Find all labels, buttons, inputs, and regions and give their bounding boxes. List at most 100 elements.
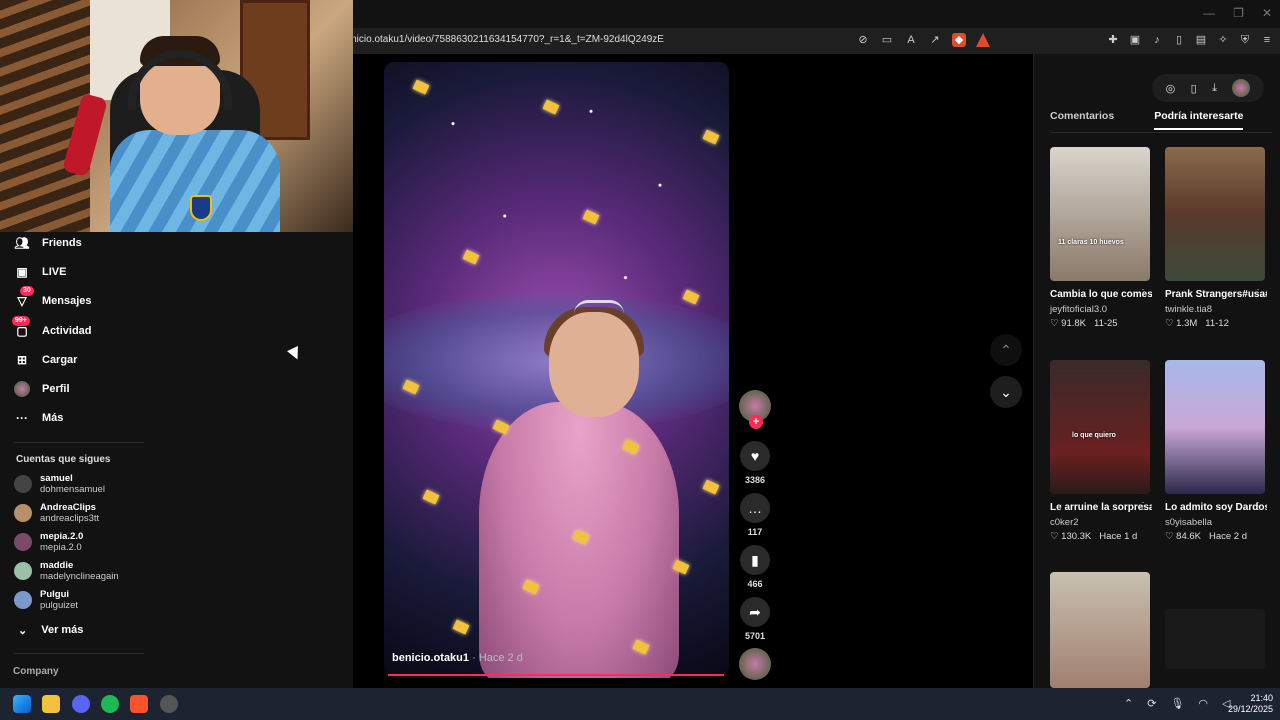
sidebar-item-profile[interactable]: Perfil [14,381,70,397]
tab-comments[interactable]: Comentarios [1050,110,1114,130]
video-author[interactable]: benicio.otaku1 [392,652,469,664]
sidebar-item-more[interactable]: ··· Más [14,410,63,426]
creator-avatar-button[interactable]: + [738,390,772,429]
sidebar-item-live[interactable]: ▣ LIVE [14,264,66,280]
recommended-card[interactable]: lo que quiero Le arruine la sorpresa... … [1050,360,1152,542]
video-thumbnail[interactable] [1165,609,1265,669]
like-button[interactable]: ♥ 3386 [738,441,772,485]
compass-icon[interactable]: ◎ [1166,82,1176,95]
friends-icon: 👥︎ [14,236,30,250]
sidebar-item-friends[interactable]: 👥︎ Friends [14,235,81,251]
microphone-icon[interactable]: 🎙︎ [1170,697,1184,710]
share-button[interactable]: ➦ 5701 [738,597,772,641]
video-thumbnail[interactable]: lo que quiero [1050,360,1150,494]
follow-handle: dohmensamuel [40,484,105,495]
chevron-down-icon[interactable]: ⌄ [990,376,1022,408]
user-avatar[interactable] [1232,79,1251,97]
divider [14,653,144,654]
video-thumbnail[interactable] [1165,147,1265,281]
thumbnail-caption: 11 claras 10 huevos [1058,239,1124,246]
brave-shield-icon[interactable]: ◆ [952,33,966,47]
save-button[interactable]: ▮ 466 [738,545,772,589]
extensions-icon[interactable]: ✚ [1106,33,1120,47]
refresh-icon[interactable]: ⟳ [1147,697,1156,710]
video-thumbnail[interactable] [1165,360,1265,494]
file-explorer-icon[interactable] [42,695,60,713]
follow-item[interactable]: maddie madelynclineagain [14,560,119,582]
more-options-icon[interactable]: ⋮ [1138,288,1148,299]
discord-icon[interactable] [72,695,90,713]
avatar [14,533,32,551]
sidebar-icon[interactable]: ▯ [1172,33,1186,47]
more-options-icon[interactable]: ⋮ [1253,501,1263,512]
live-icon: ▣ [16,265,28,279]
follow-item[interactable]: samuel dohmensamuel [14,473,105,495]
recommended-card[interactable]: 11 claras 10 huevos Cambia lo que comes,… [1050,147,1152,329]
restore-icon[interactable]: ❐ [1233,6,1244,20]
follow-plus-icon[interactable]: + [749,415,763,429]
heart-outline-icon: ♡ [1050,531,1062,542]
avatar [14,504,32,522]
brave-rewards-icon[interactable] [976,33,990,47]
share-icon[interactable]: ↗ [928,33,942,47]
see-more-button[interactable]: ⌄ Ver más [18,624,83,637]
card-title: Le arruine la sorpresa... #coke... [1050,502,1152,513]
card-stats: ♡ 91.8K 11-25 [1050,318,1152,329]
close-icon[interactable]: ✕ [1262,6,1272,20]
sound-button[interactable] [738,648,772,680]
comment-button[interactable]: … 117 [738,493,772,537]
right-panel: ◎ ▯ ⤓ Comentarios Podría interesarte 11 … [1033,54,1280,688]
leo-icon[interactable]: ✧ [1216,33,1230,47]
see-more-label: Ver más [41,624,84,636]
translate-icon[interactable]: A [904,33,918,47]
chevron-up-icon[interactable]: ⌃ [990,334,1022,366]
recommended-card[interactable] [1165,609,1267,669]
company-link[interactable]: Company [13,666,59,677]
screenshot-icon[interactable]: ▣ [1128,33,1142,47]
follow-item[interactable]: AndreaClips andreaclips3tt [14,502,99,524]
follow-item[interactable]: Pulgui pulguizet [14,589,78,611]
video-progress-bar[interactable] [388,674,724,676]
more-options-icon[interactable]: ⋮ [1253,288,1263,299]
menu-icon[interactable]: ≡ [1260,33,1274,47]
tab-recommended[interactable]: Podría interesarte [1154,110,1244,130]
wifi-icon[interactable]: ◠ [1198,697,1208,710]
follow-item[interactable]: mepia.2.0 mepia.2.0 [14,531,83,553]
windows-start-icon[interactable] [13,695,31,713]
card-stats: ♡ 130.3K Hace 1 d [1050,531,1152,542]
video-thumbnail[interactable] [1050,572,1150,688]
no-track-icon[interactable]: ⊘ [856,33,870,47]
vpn-icon[interactable]: ⛨ [1238,33,1252,47]
sidebar-item-label: Perfil [42,383,70,395]
follow-name: AndreaClips [40,502,96,513]
sidebar-item-activity[interactable]: ▢ 99+ Actividad [12,316,92,339]
url-actions: ⊘ ▭ A ↗ ◆ [856,33,990,47]
minimize-icon[interactable]: — [1203,6,1215,20]
recommended-card[interactable]: Lo admito soy Dardosholiccc,... s0yisabe… [1165,360,1267,542]
video-thumbnail[interactable]: 11 claras 10 huevos [1050,147,1150,281]
divider [14,442,144,443]
download-icon[interactable]: ⤓ [1212,82,1217,95]
music-icon[interactable]: ♪ [1150,33,1164,47]
sidebar-item-label: LIVE [42,266,67,278]
wallet-icon[interactable]: ▤ [1194,33,1208,47]
brave-browser-icon[interactable] [130,695,148,713]
recommended-card[interactable]: Prank Strangers#usa#f... twinkle.tia8 ♡ … [1165,147,1267,329]
follow-handle: andreaclips3tt [40,513,100,524]
more-options-icon[interactable]: ⋮ [1138,501,1148,512]
spotify-icon[interactable] [101,695,119,713]
recommended-card[interactable] [1050,572,1152,688]
chevron-up-icon[interactable]: ⌃ [1124,697,1133,710]
video-player[interactable] [384,62,729,678]
obs-icon[interactable] [160,695,178,713]
sidebar-item-upload[interactable]: ⊞ Cargar [14,352,78,368]
sidebar-item-messages[interactable]: ▽ 30 Mensajes [14,286,92,309]
chevron-down-icon: ⌄ [18,625,28,637]
panel-toolbar: ◎ ▯ ⤓ [1152,74,1264,102]
messages-icon: ▽ 30 [14,286,34,309]
taskbar-clock[interactable]: 21:40 29/12/2025 [1228,693,1273,715]
card-title: Lo admito soy Dardosholiccc,... [1165,502,1267,513]
follow-handle: mepia.2.0 [40,542,82,553]
phone-icon[interactable]: ▯ [1191,82,1197,95]
cast-icon[interactable]: ▭ [880,33,894,47]
